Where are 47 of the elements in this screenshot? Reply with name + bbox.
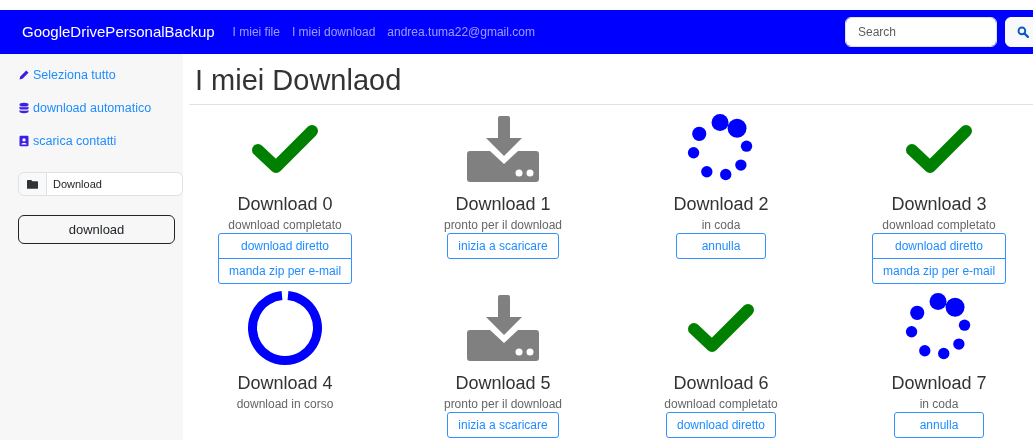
download-name: Download 2: [673, 192, 769, 215]
download-name: Download 1: [455, 192, 551, 215]
search-button[interactable]: [1005, 17, 1033, 47]
action-button[interactable]: inizia a scaricare: [447, 232, 559, 259]
search-field[interactable]: Search: [845, 17, 997, 47]
action-button[interactable]: manda zip per e-mail: [872, 257, 1006, 284]
action-button[interactable]: annulla: [894, 411, 984, 438]
download-tray-icon: [467, 294, 539, 361]
nav-link[interactable]: I miei download: [291, 23, 376, 41]
download-status: in coda: [701, 216, 741, 233]
contact-card-icon: [18, 134, 30, 147]
download-name: Download 0: [237, 192, 333, 215]
action-button[interactable]: annulla: [676, 232, 766, 259]
action-button[interactable]: manda zip per e-mail: [218, 257, 352, 284]
nav-link[interactable]: I miei file: [232, 23, 280, 41]
download-name: Download 5: [455, 371, 551, 394]
folder-icon: [27, 179, 38, 190]
download-name: Download 4: [237, 371, 333, 394]
sidebar-link[interactable]: download automatico: [18, 98, 152, 118]
download-status: download completato: [228, 216, 342, 233]
sidebar-link[interactable]: Seleziona tutto: [18, 66, 116, 85]
download-status: download completato: [664, 395, 778, 412]
pencil-icon: [18, 69, 30, 82]
ring-spinner-icon: [248, 290, 322, 365]
sidebar-link[interactable]: scarica contatti: [18, 131, 117, 151]
action-button[interactable]: download diretto: [218, 232, 352, 259]
search-icon: [1017, 26, 1029, 38]
check-icon: [688, 302, 754, 353]
download-button[interactable]: download: [18, 215, 175, 245]
action-button[interactable]: download diretto: [665, 411, 777, 438]
download-status: download in corso: [236, 395, 334, 412]
download-status: in coda: [919, 395, 959, 412]
brand-link[interactable]: GoogleDrivePersonalBackup: [22, 20, 215, 44]
page-title: I miei Downlaod: [195, 63, 403, 98]
database-icon: [18, 102, 30, 115]
download-name: Download 3: [891, 192, 987, 215]
download-name: Download 6: [673, 371, 769, 394]
action-button[interactable]: inizia a scaricare: [447, 411, 559, 438]
check-icon: [252, 123, 318, 174]
download-status: pronto per il download: [443, 395, 563, 412]
action-button[interactable]: download diretto: [872, 232, 1006, 259]
download-name: Download 7: [891, 371, 987, 394]
nav-link[interactable]: andrea.tuma22@gmail.com: [387, 23, 535, 41]
download-status: pronto per il download: [443, 216, 563, 233]
check-icon: [906, 123, 972, 174]
download-tray-icon: [467, 115, 539, 182]
download-status: download completato: [882, 216, 996, 233]
